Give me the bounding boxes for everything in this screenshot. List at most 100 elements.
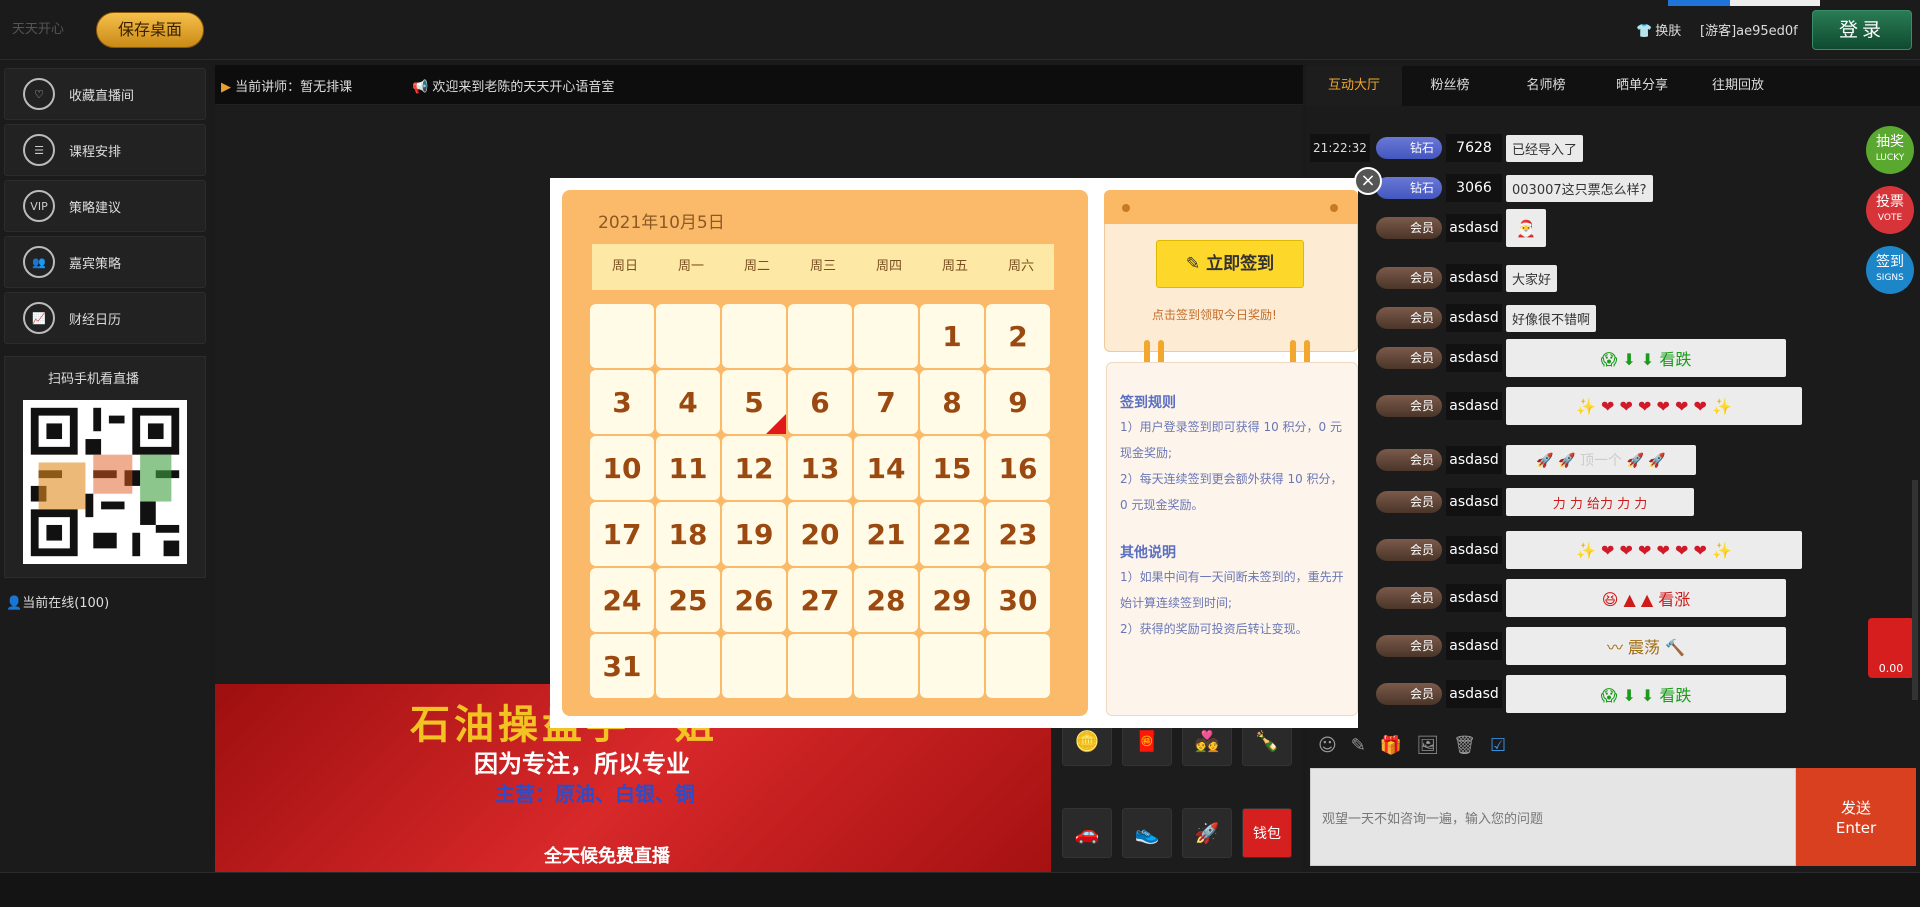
message-user[interactable]: asdasd	[1446, 214, 1502, 242]
calendar-day[interactable]: 29	[920, 568, 984, 632]
sidebar-item-guests[interactable]: 👥 嘉宾策略	[4, 236, 206, 288]
gift-icon[interactable]: 🎁	[1380, 735, 1402, 756]
message-user[interactable]: 3066	[1446, 174, 1502, 202]
calendar-day[interactable]: 8	[920, 370, 984, 434]
online-count: 👤当前在线(100)	[6, 592, 109, 611]
message-user[interactable]: asdasd	[1446, 536, 1502, 564]
banner-slogan: 因为专注，所以专业	[474, 750, 690, 778]
tab-replay[interactable]: 往期回放	[1690, 66, 1786, 106]
weekday-header: 周日 周一 周二 周三 周四 周五 周六	[592, 244, 1054, 290]
vote-button[interactable]: 投票 VOTE	[1866, 186, 1914, 234]
calendar-day[interactable]: 15	[920, 436, 984, 500]
trash-icon[interactable]: 🗑	[1453, 735, 1476, 756]
close-icon[interactable]: ×	[1354, 167, 1382, 195]
calendar-empty-cell	[854, 304, 918, 368]
message-text: 好像很不错啊	[1506, 304, 1597, 332]
calendar-empty-cell	[656, 634, 720, 698]
calendar-day[interactable]: 31	[590, 634, 654, 698]
member-badge: 会员	[1376, 491, 1442, 513]
calendar-day[interactable]: 1	[920, 304, 984, 368]
gift-shoe[interactable]: 👟	[1122, 808, 1172, 858]
tab-share[interactable]: 晒单分享	[1594, 66, 1690, 106]
message-user[interactable]: 7628	[1446, 134, 1502, 162]
calendar-day[interactable]: 19	[722, 502, 786, 566]
chat-message: 会员 asdasd 😱 ⬇ ⬇ 看跌	[1310, 339, 1786, 377]
chat-message: 会员 asdasd 😆 ▲ ▲ 看涨	[1310, 579, 1786, 617]
tab-hall[interactable]: 互动大厅	[1306, 66, 1402, 106]
message-user[interactable]: asdasd	[1446, 344, 1502, 372]
gift-rocket[interactable]: 🚀	[1182, 808, 1232, 858]
weekday: 周二	[743, 259, 770, 274]
calendar-day[interactable]: 2	[986, 304, 1050, 368]
calendar-day[interactable]: 16	[986, 436, 1050, 500]
calendar-day[interactable]: 25	[656, 568, 720, 632]
message-user[interactable]: asdasd	[1446, 446, 1502, 474]
calendar-day[interactable]: 9	[986, 370, 1050, 434]
message-user[interactable]: asdasd	[1446, 488, 1502, 516]
calendar-day[interactable]: 28	[854, 568, 918, 632]
calendar-day[interactable]: 10	[590, 436, 654, 500]
calendar-day[interactable]: 30	[986, 568, 1050, 632]
wallet-button[interactable]: 钱包	[1242, 808, 1292, 858]
sidebar-item-favorite[interactable]: ♡ 收藏直播间	[4, 68, 206, 120]
calendar-day[interactable]: 23	[986, 502, 1050, 566]
calendar-day[interactable]: 13	[788, 436, 852, 500]
calendar-day[interactable]: 6	[788, 370, 852, 434]
message-sticker: 🚀 🚀 顶一个 🚀 🚀	[1506, 445, 1696, 475]
magic-wand-icon[interactable]: ✎	[1351, 735, 1366, 756]
chat-message: 会员 asdasd 力 力 给力 力 力	[1310, 488, 1694, 516]
checkbox-icon[interactable]: ☑	[1490, 735, 1506, 756]
message-user[interactable]: asdasd	[1446, 584, 1502, 612]
message-sticker: 😱 ⬇ ⬇ 看跌	[1506, 675, 1786, 713]
emoji-icon[interactable]: ☺	[1318, 735, 1337, 756]
calendar-day[interactable]: 24	[590, 568, 654, 632]
calendar-day[interactable]: 18	[656, 502, 720, 566]
calendar-day[interactable]: 14	[854, 436, 918, 500]
send-label: 发送	[1840, 799, 1871, 817]
vote-sub: VOTE	[1877, 213, 1903, 223]
message-user[interactable]: asdasd	[1446, 304, 1502, 332]
calendar-day[interactable]: 12	[722, 436, 786, 500]
calendar-empty-cell	[590, 304, 654, 368]
tab-fans[interactable]: 粉丝榜	[1402, 66, 1498, 106]
calendar-day[interactable]: 11	[656, 436, 720, 500]
welcome-label: 欢迎来到老陈的天天开心语音室	[432, 80, 615, 95]
calendar-day[interactable]: 22	[920, 502, 984, 566]
tab-teachers[interactable]: 名师榜	[1498, 66, 1594, 106]
calendar-day[interactable]: 21	[854, 502, 918, 566]
decor-dot	[1330, 204, 1338, 212]
sidebar-item-calendar[interactable]: 📈 财经日历	[4, 292, 206, 344]
sign-in-button[interactable]: ✎ 立即签到	[1156, 240, 1304, 288]
calendar-day[interactable]: 7	[854, 370, 918, 434]
save-desktop-button[interactable]: 保存桌面	[96, 12, 204, 48]
member-badge: 会员	[1376, 217, 1442, 239]
lucky-draw-button[interactable]: 抽奖 LUCKY	[1866, 126, 1914, 174]
other-text: 2）获得的奖励可投资后转让变现。	[1120, 622, 1308, 636]
calendar-date: 2021年10月5日	[598, 213, 725, 233]
sign-in-side-button[interactable]: 签到 SIGNS	[1866, 246, 1914, 294]
message-user[interactable]: asdasd	[1446, 632, 1502, 660]
message-user[interactable]: asdasd	[1446, 392, 1502, 420]
chat-message: 会员 asdasd 🚀 🚀 顶一个 🚀 🚀	[1310, 445, 1696, 475]
message-user[interactable]: asdasd	[1446, 680, 1502, 708]
logo[interactable]: 天天开心	[12, 18, 64, 37]
calendar-empty-cell	[722, 304, 786, 368]
skin-button[interactable]: 👕 换肤	[1636, 20, 1681, 39]
send-button[interactable]: 发送 Enter	[1796, 768, 1916, 866]
message-user[interactable]: asdasd	[1446, 264, 1502, 292]
sidebar-item-schedule[interactable]: ☰ 课程安排	[4, 124, 206, 176]
sidebar-item-strategy[interactable]: VIP 策略建议	[4, 180, 206, 232]
chat-scrollbar[interactable]	[1912, 480, 1918, 700]
calendar-day[interactable]: 20	[788, 502, 852, 566]
sign-in-label: 立即签到	[1206, 254, 1275, 274]
red-packet-button[interactable]: 0.00	[1868, 618, 1914, 678]
calendar-day[interactable]: 17	[590, 502, 654, 566]
gift-car[interactable]: 🚗	[1062, 808, 1112, 858]
login-button[interactable]: 登录	[1812, 10, 1912, 50]
calendar-day[interactable]: 26	[722, 568, 786, 632]
calendar-day[interactable]: 4	[656, 370, 720, 434]
calendar-day[interactable]: 27	[788, 568, 852, 632]
image-icon[interactable]: 🖼	[1416, 735, 1439, 756]
calendar-day[interactable]: 3	[590, 370, 654, 434]
top-bar	[0, 0, 1920, 60]
